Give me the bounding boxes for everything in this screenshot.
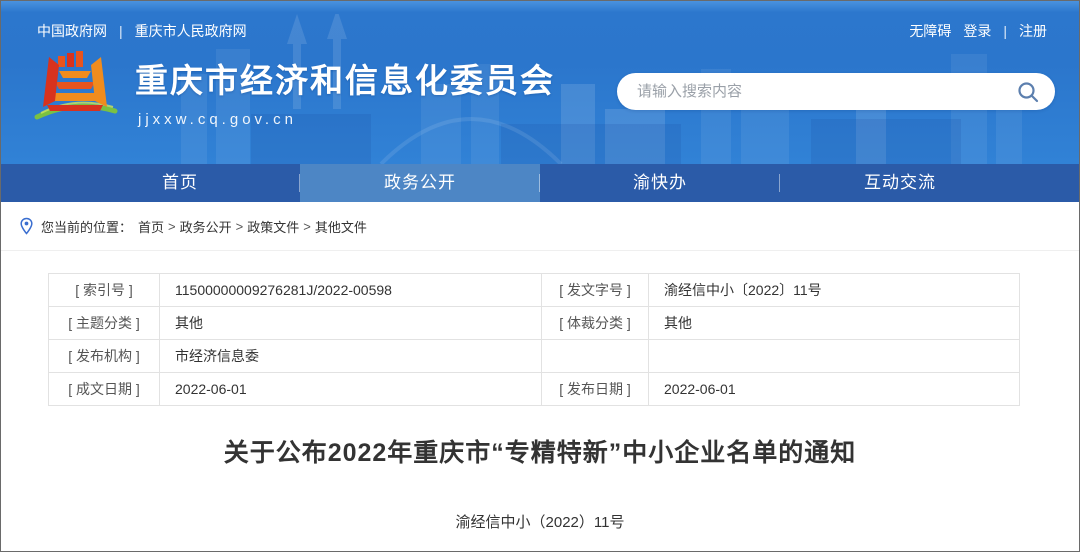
topic-category-label: [ 主题分类 ]: [49, 307, 160, 340]
breadcrumb-separator: >: [303, 219, 311, 234]
breadcrumb-prefix: 您当前的位置：: [41, 217, 132, 236]
publishing-agency-label: [ 发布机构 ]: [49, 340, 160, 373]
site-name[interactable]: 重庆市经济和信息化委员会: [135, 54, 555, 102]
table-row: [ 主题分类 ] 其他 [ 体裁分类 ] 其他: [49, 307, 1020, 340]
nav-tab-government-affairs[interactable]: 政务公开: [300, 164, 540, 202]
accessibility-link[interactable]: 无障碍: [909, 21, 951, 41]
table-row: [ 发布机构 ] 市经济信息委: [49, 340, 1020, 373]
breadcrumb-other-documents[interactable]: 其他文件: [315, 217, 367, 236]
publish-date-value: 2022-06-01: [649, 373, 1020, 406]
register-link[interactable]: 注册: [1019, 21, 1047, 41]
top-bar-right: 无障碍 登录 | 注册: [909, 21, 1047, 41]
site-logo-icon[interactable]: [29, 49, 121, 133]
document-info-table: [ 索引号 ] 11500000009276281J/2022-00598 [ …: [48, 273, 1020, 406]
breadcrumb: 您当前的位置： 首页 > 政务公开 > 政策文件 > 其他文件: [1, 202, 1079, 251]
empty-label: [542, 340, 649, 373]
publish-date-label: [ 发布日期 ]: [542, 373, 649, 406]
table-row: [ 成文日期 ] 2022-06-01 [ 发布日期 ] 2022-06-01: [49, 373, 1020, 406]
index-number-label: [ 索引号 ]: [49, 274, 160, 307]
nav-tab-home[interactable]: 首页: [60, 164, 300, 202]
breadcrumb-policy-documents[interactable]: 政策文件: [247, 217, 299, 236]
nav-tab-interaction[interactable]: 互动交流: [780, 164, 1020, 202]
breadcrumb-separator: >: [168, 219, 176, 234]
genre-category-value: 其他: [649, 307, 1020, 340]
search-input[interactable]: [637, 83, 1015, 100]
issue-number-value: 渝经信中小〔2022〕11号: [649, 274, 1020, 307]
top-bar-left: 中国政府网 | 重庆市人民政府网: [37, 21, 247, 41]
empty-value: [649, 340, 1020, 373]
article-title: 关于公布2022年重庆市“专精特新”中小企业名单的通知: [1, 433, 1079, 469]
issue-number-label: [ 发文字号 ]: [542, 274, 649, 307]
written-date-label: [ 成文日期 ]: [49, 373, 160, 406]
login-link[interactable]: 登录: [963, 21, 991, 41]
genre-category-label: [ 体裁分类 ]: [542, 307, 649, 340]
written-date-value: 2022-06-01: [160, 373, 542, 406]
search-box: [617, 73, 1055, 110]
nav-tab-yukuaiban[interactable]: 渝快办: [540, 164, 780, 202]
page: 中国政府网 | 重庆市人民政府网 无障碍 登录 | 注册: [0, 0, 1080, 552]
search-button[interactable]: [1015, 79, 1041, 105]
location-pin-icon: [19, 217, 34, 235]
topic-category-value: 其他: [160, 307, 542, 340]
main-nav-inner: 首页 政务公开 渝快办 互动交流: [60, 164, 1020, 202]
publishing-agency-value: 市经济信息委: [160, 340, 542, 373]
search-icon: [1015, 79, 1041, 105]
breadcrumb-government-affairs[interactable]: 政务公开: [180, 217, 232, 236]
breadcrumb-home[interactable]: 首页: [138, 217, 164, 236]
link-china-gov[interactable]: 中国政府网: [37, 21, 107, 41]
breadcrumb-separator: >: [236, 219, 244, 234]
article-doc-number: 渝经信中小（2022）11号: [1, 511, 1079, 532]
brand-text: 重庆市经济和信息化委员会 jjxxw.cq.gov.cn: [135, 54, 555, 128]
link-chongqing-gov[interactable]: 重庆市人民政府网: [135, 21, 247, 41]
site-header: 中国政府网 | 重庆市人民政府网 无障碍 登录 | 注册: [1, 1, 1079, 164]
main-nav: 首页 政务公开 渝快办 互动交流: [1, 164, 1079, 202]
table-row: [ 索引号 ] 11500000009276281J/2022-00598 [ …: [49, 274, 1020, 307]
top-bar-divider: |: [119, 23, 123, 39]
site-url: jjxxw.cq.gov.cn: [138, 111, 555, 128]
top-bar: 中国政府网 | 重庆市人民政府网 无障碍 登录 | 注册: [1, 1, 1079, 41]
login-register-divider: |: [1003, 23, 1007, 39]
index-number-value: 11500000009276281J/2022-00598: [160, 274, 542, 307]
